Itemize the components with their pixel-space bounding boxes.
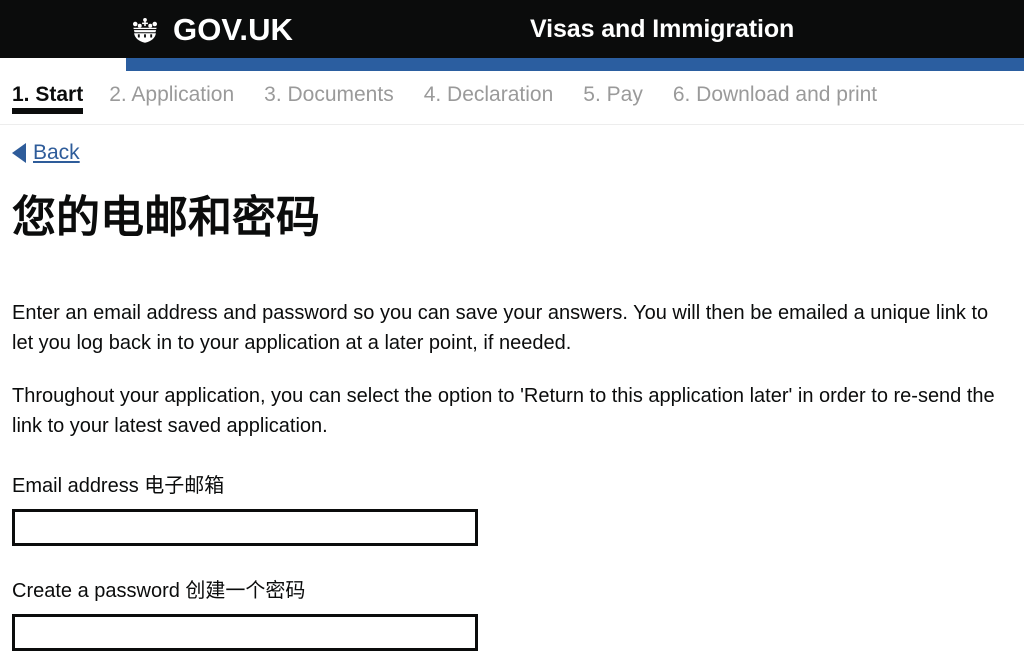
service-name-link[interactable]: Visas and Immigration xyxy=(530,0,794,58)
step-item-start[interactable]: 1. Start xyxy=(12,71,84,115)
step-item-declaration[interactable]: 4. Declaration xyxy=(424,71,554,107)
progress-step-nav: 1. Start 2. Application 3. Documents 4. … xyxy=(0,71,1024,125)
password-input[interactable] xyxy=(12,614,478,651)
govuk-brand-text: GOV.UK xyxy=(173,11,294,47)
main-content: Back 您的电邮和密码 Enter an email address and … xyxy=(0,125,1024,651)
govuk-header: GOV.UK Visas and Immigration xyxy=(0,0,1024,58)
email-field-label: Email address 电子邮箱 xyxy=(12,475,225,498)
back-arrow-icon xyxy=(12,142,26,163)
intro-paragraph-2: Throughout your application, you can sel… xyxy=(12,384,995,438)
intro-paragraph-1: Enter an email address and password so y… xyxy=(12,301,989,355)
email-input[interactable] xyxy=(12,509,478,547)
header-inner: GOV.UK Visas and Immigration xyxy=(0,0,1024,58)
phase-bar xyxy=(0,58,1024,71)
steps-list: 1. Start 2. Application 3. Documents 4. … xyxy=(12,71,1024,125)
step-item-documents[interactable]: 3. Documents xyxy=(264,71,394,107)
crown-icon xyxy=(126,15,164,45)
step-item-download-and-print[interactable]: 6. Download and print xyxy=(673,71,877,107)
step-item-pay[interactable]: 5. Pay xyxy=(583,71,643,107)
email-form-group: Email address 电子邮箱 xyxy=(12,473,1012,547)
password-field-label: Create a password 创建一个密码 xyxy=(12,580,306,603)
phase-bar-left-gap xyxy=(0,58,126,71)
password-form-group: Create a password 创建一个密码 xyxy=(12,578,1012,651)
back-link-label: Back xyxy=(33,141,80,164)
step-item-application[interactable]: 2. Application xyxy=(109,71,234,107)
govuk-logo-link[interactable]: GOV.UK xyxy=(126,0,293,58)
back-link[interactable]: Back xyxy=(12,142,80,163)
phase-bar-fill xyxy=(126,58,1024,71)
page-title: 您的电邮和密码 xyxy=(12,192,320,242)
